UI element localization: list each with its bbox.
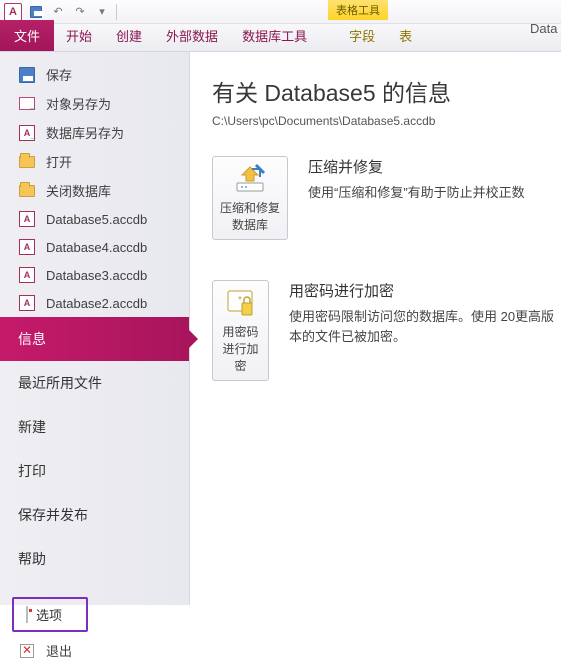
encrypt-password-button[interactable]: * 用密码进行加密 — [212, 280, 269, 381]
svg-text:*: * — [239, 295, 243, 306]
tab-database-tools[interactable]: 数据库工具 — [230, 20, 319, 51]
sidebar-save[interactable]: 保存 — [0, 60, 189, 89]
save-object-icon — [18, 95, 36, 113]
contextual-tab-header: 表格工具 — [328, 0, 388, 20]
compact-repair-icon — [234, 163, 266, 195]
tab-home[interactable]: 开始 — [54, 20, 104, 51]
backstage: 保存 对象另存为 A 数据库另存为 打开 关闭数据库 A Database5.acc… — [0, 52, 561, 605]
sidebar-item-label: Database2.accdb — [46, 296, 147, 311]
sidebar-open[interactable]: 打开 — [0, 147, 189, 176]
sidebar-item-label: Database3.accdb — [46, 268, 147, 283]
tab-field[interactable]: 字段 — [337, 20, 387, 51]
ribbon-tabs: 文件 开始 创建 外部数据 数据库工具 字段 表 — [0, 24, 561, 52]
sidebar-item-label: 对象另存为 — [46, 94, 111, 113]
app-icon: A — [4, 3, 22, 21]
contextual-tab-title: 表格工具 — [328, 0, 388, 20]
undo-icon[interactable]: ↶ — [50, 4, 66, 20]
exit-icon — [18, 642, 36, 660]
sidebar-item-label: 选项 — [36, 605, 62, 624]
sidebar-item-label: Database4.accdb — [46, 240, 147, 255]
accdb-file-icon: A — [18, 294, 36, 312]
separator — [116, 4, 117, 20]
file-path: C:\Users\pc\Documents\Database5.accdb — [212, 114, 561, 128]
sidebar-save-object-as[interactable]: 对象另存为 — [0, 89, 189, 118]
accdb-file-icon: A — [18, 210, 36, 228]
sidebar-print[interactable]: 打印 — [0, 449, 189, 493]
accdb-file-icon: A — [18, 266, 36, 284]
sidebar-recent-file[interactable]: A Database5.accdb — [0, 205, 189, 233]
tab-file[interactable]: 文件 — [0, 20, 54, 51]
tab-create[interactable]: 创建 — [104, 20, 154, 51]
backstage-main: 有关 Database5 的信息 C:\Users\pc\Documents\D… — [190, 52, 561, 605]
sidebar-item-label: 打开 — [46, 152, 72, 171]
action-heading: 压缩并修复 — [308, 156, 525, 177]
page-title: 有关 Database5 的信息 — [212, 74, 561, 108]
sidebar-item-label: 退出 — [46, 641, 72, 660]
save-qat-icon[interactable] — [28, 4, 44, 20]
redo-icon[interactable]: ↷ — [72, 4, 88, 20]
action-description: 压缩并修复 使用“压缩和修复”有助于防止并校正数 — [308, 156, 525, 203]
button-label: 压缩和修复数据库 — [217, 199, 283, 233]
window-title-fragment: Data — [530, 21, 557, 36]
sidebar-recent-file[interactable]: A Database4.accdb — [0, 233, 189, 261]
action-compact-repair: 压缩和修复数据库 压缩并修复 使用“压缩和修复”有助于防止并校正数 — [212, 156, 561, 240]
options-icon — [26, 607, 28, 622]
encrypt-icon: * — [224, 287, 256, 319]
compact-repair-button[interactable]: 压缩和修复数据库 — [212, 156, 288, 240]
action-description: 用密码进行加密 使用密码限制访问您的数据库。使用 20更高版本的文件已被加密。 — [289, 280, 561, 346]
disk-icon — [18, 66, 36, 84]
sidebar-close-db[interactable]: 关闭数据库 — [0, 176, 189, 205]
sidebar-info[interactable]: 信息 — [0, 317, 189, 361]
sidebar-item-label: 数据库另存为 — [46, 123, 124, 142]
action-encrypt: * 用密码进行加密 用密码进行加密 使用密码限制访问您的数据库。使用 20更高版… — [212, 280, 561, 381]
sidebar-item-label: 保存 — [46, 65, 72, 84]
folder-open-icon — [18, 153, 36, 171]
sidebar-save-db-as[interactable]: A 数据库另存为 — [0, 118, 189, 147]
sidebar-recent-file[interactable]: A Database2.accdb — [0, 289, 189, 317]
sidebar-save-publish[interactable]: 保存并发布 — [0, 493, 189, 537]
sidebar-item-label: Database5.accdb — [46, 212, 147, 227]
action-text: 使用“压缩和修复”有助于防止并校正数 — [308, 183, 525, 203]
qat-dropdown-icon[interactable]: ▾ — [94, 4, 110, 20]
accdb-file-icon: A — [18, 238, 36, 256]
sidebar-options[interactable]: 选项 — [12, 597, 88, 632]
quick-access-toolbar: ↶ ↷ ▾ — [28, 4, 117, 20]
save-db-icon: A — [18, 124, 36, 142]
sidebar-new[interactable]: 新建 — [0, 405, 189, 449]
sidebar-recent-file[interactable]: A Database3.accdb — [0, 261, 189, 289]
tab-external-data[interactable]: 外部数据 — [154, 20, 230, 51]
action-heading: 用密码进行加密 — [289, 280, 561, 301]
sidebar-help[interactable]: 帮助 — [0, 537, 189, 581]
sidebar-recent[interactable]: 最近所用文件 — [0, 361, 189, 405]
sidebar-item-label: 关闭数据库 — [46, 181, 111, 200]
tab-table[interactable]: 表 — [387, 20, 424, 51]
folder-close-icon — [18, 182, 36, 200]
sidebar-exit[interactable]: 退出 — [0, 636, 189, 665]
button-label: 用密码进行加密 — [217, 323, 264, 374]
action-text: 使用密码限制访问您的数据库。使用 20更高版本的文件已被加密。 — [289, 307, 561, 346]
backstage-sidebar: 保存 对象另存为 A 数据库另存为 打开 关闭数据库 A Database5.acc… — [0, 52, 190, 605]
